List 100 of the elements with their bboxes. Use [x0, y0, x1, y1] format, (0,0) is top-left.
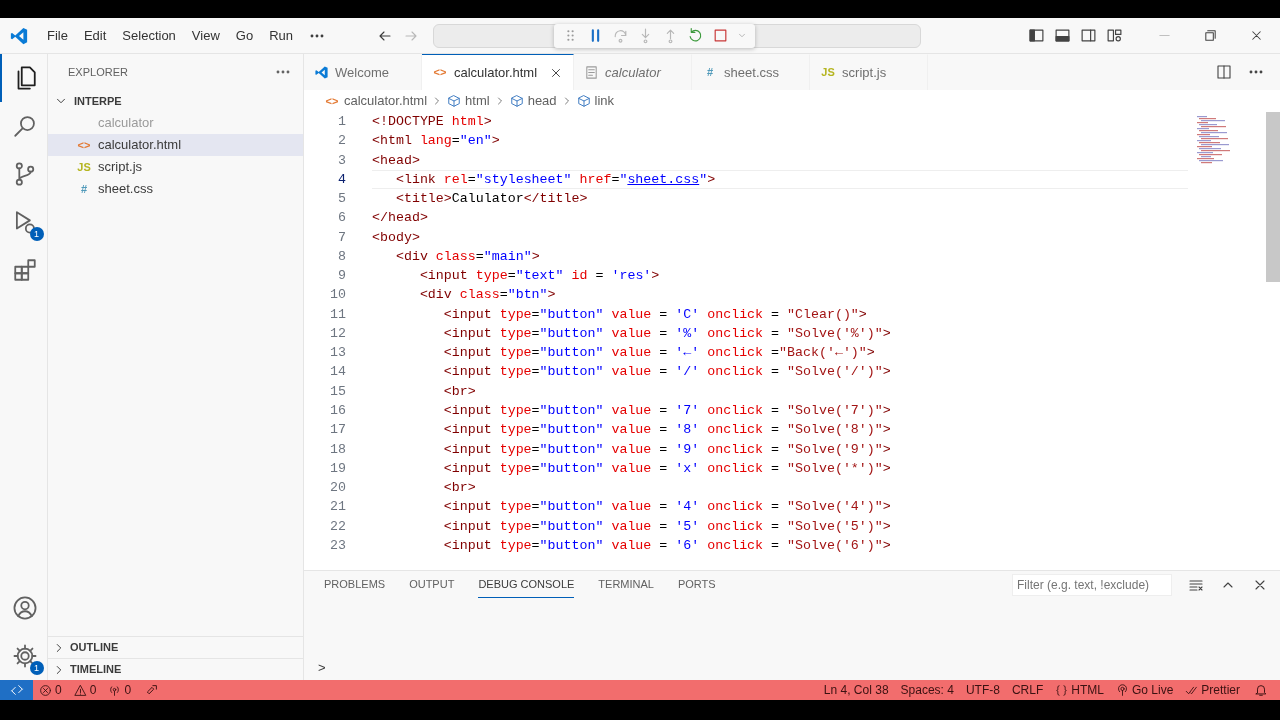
broadcast-icon [1115, 683, 1129, 697]
restore-icon[interactable] [1203, 28, 1218, 43]
line-number: 5 [337, 190, 346, 209]
restart-icon[interactable] [687, 27, 704, 44]
section-header[interactable]: OUTLINE [70, 639, 119, 656]
status-item[interactable]: 0 [33, 681, 68, 699]
vscode-logo-icon [9, 25, 29, 46]
panel-tab[interactable]: OUTPUT [409, 572, 455, 598]
customize-layout-icon[interactable] [1105, 27, 1123, 44]
menu-item[interactable]: Run [261, 25, 301, 46]
launch-icon[interactable] [145, 683, 160, 697]
menu-item[interactable]: View [183, 25, 228, 46]
code-line: <input type="button" value = '7' onclick = "Solve('7')"> [442, 402, 892, 420]
panel-tab[interactable]: PORTS [677, 572, 716, 598]
status-item[interactable]: Spaces: 4 [894, 681, 960, 699]
status-item[interactable]: 0 [67, 681, 103, 699]
error-icon [39, 683, 52, 697]
folder-name[interactable]: INTERPE [74, 92, 122, 110]
line-number: 15 [329, 382, 346, 401]
code-line: <body> [372, 228, 421, 247]
stop-icon[interactable] [712, 27, 729, 44]
remote-indicator[interactable] [0, 680, 33, 700]
status-item[interactable]: Prettier [1179, 681, 1246, 699]
code-line: <input type="button" value = '6' onclick = "Solve('6')"> [442, 536, 892, 555]
menu-item[interactable]: Edit [75, 25, 115, 46]
split-layout-icon[interactable] [1079, 27, 1097, 44]
code-line: <input type="button" value = 'x' onclick = "Solve('*')"> [442, 459, 892, 478]
line-number: 2 [337, 132, 346, 151]
breadcrumb-item[interactable]: <> calculator.html [324, 91, 428, 111]
panel-layout-icon[interactable] [1053, 27, 1071, 44]
account-icon[interactable] [11, 595, 38, 621]
sidebar-title: EXPLORER [68, 64, 128, 80]
line-number: 7 [337, 228, 346, 247]
bell-icon[interactable] [1254, 683, 1268, 697]
line-number: 17 [329, 421, 346, 440]
breadcrumb-item[interactable]: head [509, 91, 557, 111]
cube-icon [576, 94, 591, 108]
document-icon [584, 65, 600, 80]
code-line: <input type="button" value = '/' onclick = "Solve('/')"> [442, 363, 892, 382]
code-line: <!DOCTYPE html> [372, 113, 493, 131]
code-line: <br> [442, 479, 477, 498]
code-line: <head> [372, 151, 421, 170]
panel-tab[interactable]: TERMINAL [598, 572, 654, 598]
editor-tab[interactable]: calculator [574, 54, 693, 90]
explorer-tree-row[interactable]: <> calculator.html [48, 134, 303, 156]
status-item[interactable]: CRLF [1005, 681, 1050, 699]
code-line: <link rel="stylesheet" href="sheet.css"> [372, 169, 1188, 190]
line-number: 14 [329, 363, 346, 382]
line-number: 6 [337, 209, 346, 228]
line-number: 20 [329, 479, 346, 498]
line-number: 12 [329, 324, 346, 343]
line-number: 1 [337, 113, 346, 131]
badge: 1 [29, 227, 44, 241]
status-item[interactable]: Ln 4, Col 38 [817, 681, 895, 699]
close-icon[interactable] [1249, 28, 1264, 43]
filter-field[interactable]: Filter (e.g. text, !exclude) [1012, 574, 1172, 596]
editor-tab[interactable]: # sheet.css [692, 54, 811, 90]
code-line: <input type="text" id = 'res'> [418, 267, 661, 286]
badge: 1 [29, 661, 44, 675]
breadcrumb-item[interactable]: html [447, 91, 490, 111]
code-line: <input type="button" value = '9' onclick = "Solve('9')"> [442, 440, 892, 459]
status-item[interactable]: Go Live [1109, 681, 1180, 699]
editor-tab[interactable]: <> calculator.html [422, 54, 575, 90]
line-number: 13 [329, 344, 346, 363]
status-item[interactable]: 0 [102, 681, 138, 699]
line-number: 16 [329, 402, 346, 420]
explorer-tree-row[interactable]: JS script.js [48, 156, 303, 178]
line-number: 9 [337, 267, 346, 286]
section-header[interactable]: TIMELINE [70, 661, 122, 678]
panel-tab[interactable]: PROBLEMS [324, 572, 386, 598]
explorer-tree-row[interactable]: # sheet.css [48, 178, 303, 200]
breadcrumb-item[interactable]: link [576, 91, 615, 111]
status-item[interactable]: HTML [1049, 681, 1110, 699]
sidebar-layout-icon[interactable] [1027, 27, 1045, 44]
menu-item[interactable]: Go [227, 25, 262, 46]
status-item[interactable]: UTF-8 [959, 681, 1006, 699]
line-number: 23 [329, 536, 346, 555]
panel-tab[interactable]: DEBUG CONSOLE [478, 572, 575, 598]
menu-item[interactable]: Selection [114, 25, 184, 46]
split-editor-icon[interactable] [1216, 64, 1232, 80]
code-line: <input type="button" value = '←' onclick ="Back('←')"> [442, 344, 876, 363]
clear-list-icon[interactable] [1188, 577, 1204, 593]
code-line: <input type="button" value = '4' onclick = "Solve('4')"> [442, 498, 892, 517]
braces-icon [1055, 683, 1069, 697]
code-line: <br> [442, 382, 477, 401]
cube-icon [509, 94, 524, 108]
line-number: 21 [329, 498, 346, 517]
code-line: <input type="button" value = 'C' onclick = "Clear()"> [442, 305, 868, 324]
code-line: <input type="button" value = '5' onclick = "Solve('5')"> [442, 517, 892, 536]
extensions-icon[interactable] [11, 257, 38, 283]
scrollbar-thumb[interactable] [1266, 112, 1280, 282]
remote-icon [9, 683, 24, 697]
line-number: 10 [329, 286, 346, 305]
search-icon[interactable] [11, 113, 38, 139]
code-line: <div class="main"> [394, 247, 541, 266]
code-line: <input type="button" value = '%' onclick = "Solve('%')"> [442, 324, 892, 343]
menu-item[interactable]: File [39, 25, 76, 46]
line-number: 19 [329, 459, 346, 478]
editor-tab[interactable]: JS script.js [810, 54, 929, 90]
line-number: 4 [337, 170, 346, 189]
